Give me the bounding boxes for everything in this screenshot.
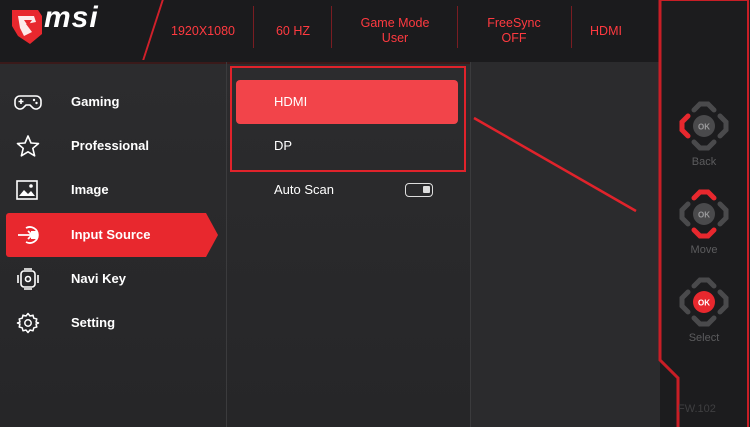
menu-item-setting[interactable]: Setting (0, 301, 226, 345)
annotation-highlight-box (230, 66, 466, 172)
status-refresh: 60 HZ (275, 23, 311, 38)
menu-item-professional[interactable]: Professional (0, 124, 226, 168)
column-divider (226, 62, 227, 427)
toggle-knob (423, 186, 430, 193)
auto-scan-toggle[interactable] (405, 183, 433, 197)
menu-item-navi-key[interactable]: Navi Key (0, 257, 226, 301)
osd-screen: msi 1920X1080 60 HZ Game Mode User FreeS… (0, 0, 660, 427)
menu-item-input-source[interactable]: Input Source (6, 213, 218, 257)
divider (571, 6, 572, 48)
key-back[interactable]: OK Back (676, 98, 732, 174)
key-label-move: Move (690, 244, 718, 256)
menu-item-label: Navi Key (71, 271, 126, 286)
navi-key-icon (17, 268, 39, 290)
status-freesync: FreeSync OFF (487, 16, 541, 45)
ok-label: OK (698, 299, 710, 308)
joystick-select-icon: OK (679, 277, 729, 327)
ok-label: OK (698, 211, 710, 220)
status-game-mode: Game Mode User (360, 16, 430, 45)
divider (331, 6, 332, 48)
firmware-version: FW.102 (678, 403, 716, 415)
star-icon (16, 135, 40, 157)
status-input: HDMI (590, 23, 622, 38)
input-source-icon (18, 226, 39, 244)
menu-item-label: Professional (71, 138, 150, 153)
gamepad-icon (14, 95, 42, 110)
menu-item-label: Gaming (71, 94, 120, 109)
options-column (470, 62, 660, 427)
joystick-move-icon: OK (679, 189, 729, 239)
key-select[interactable]: OK Select (676, 274, 732, 350)
menu-item-label: Setting (71, 315, 116, 330)
image-icon (16, 180, 38, 200)
key-label-select: Select (688, 332, 720, 344)
status-resolution: 1920X1080 (171, 23, 235, 38)
key-move[interactable]: OK Move (676, 186, 732, 262)
menu-item-label: Image (71, 182, 109, 197)
divider (253, 6, 254, 48)
key-label-back: Back (691, 156, 717, 168)
status-bar: msi 1920X1080 60 HZ Game Mode User FreeS… (0, 0, 660, 64)
joystick-back-icon: OK (679, 101, 729, 151)
submenu-item-label: Auto Scan (274, 182, 334, 197)
divider (457, 6, 458, 48)
gear-icon (16, 312, 40, 334)
ok-label: OK (698, 123, 710, 132)
msi-logo-text: msi (44, 1, 99, 34)
menu-item-label: Input Source (71, 227, 151, 242)
menu-item-gaming[interactable]: Gaming (0, 80, 226, 124)
menu-item-image[interactable]: Image (0, 168, 226, 212)
